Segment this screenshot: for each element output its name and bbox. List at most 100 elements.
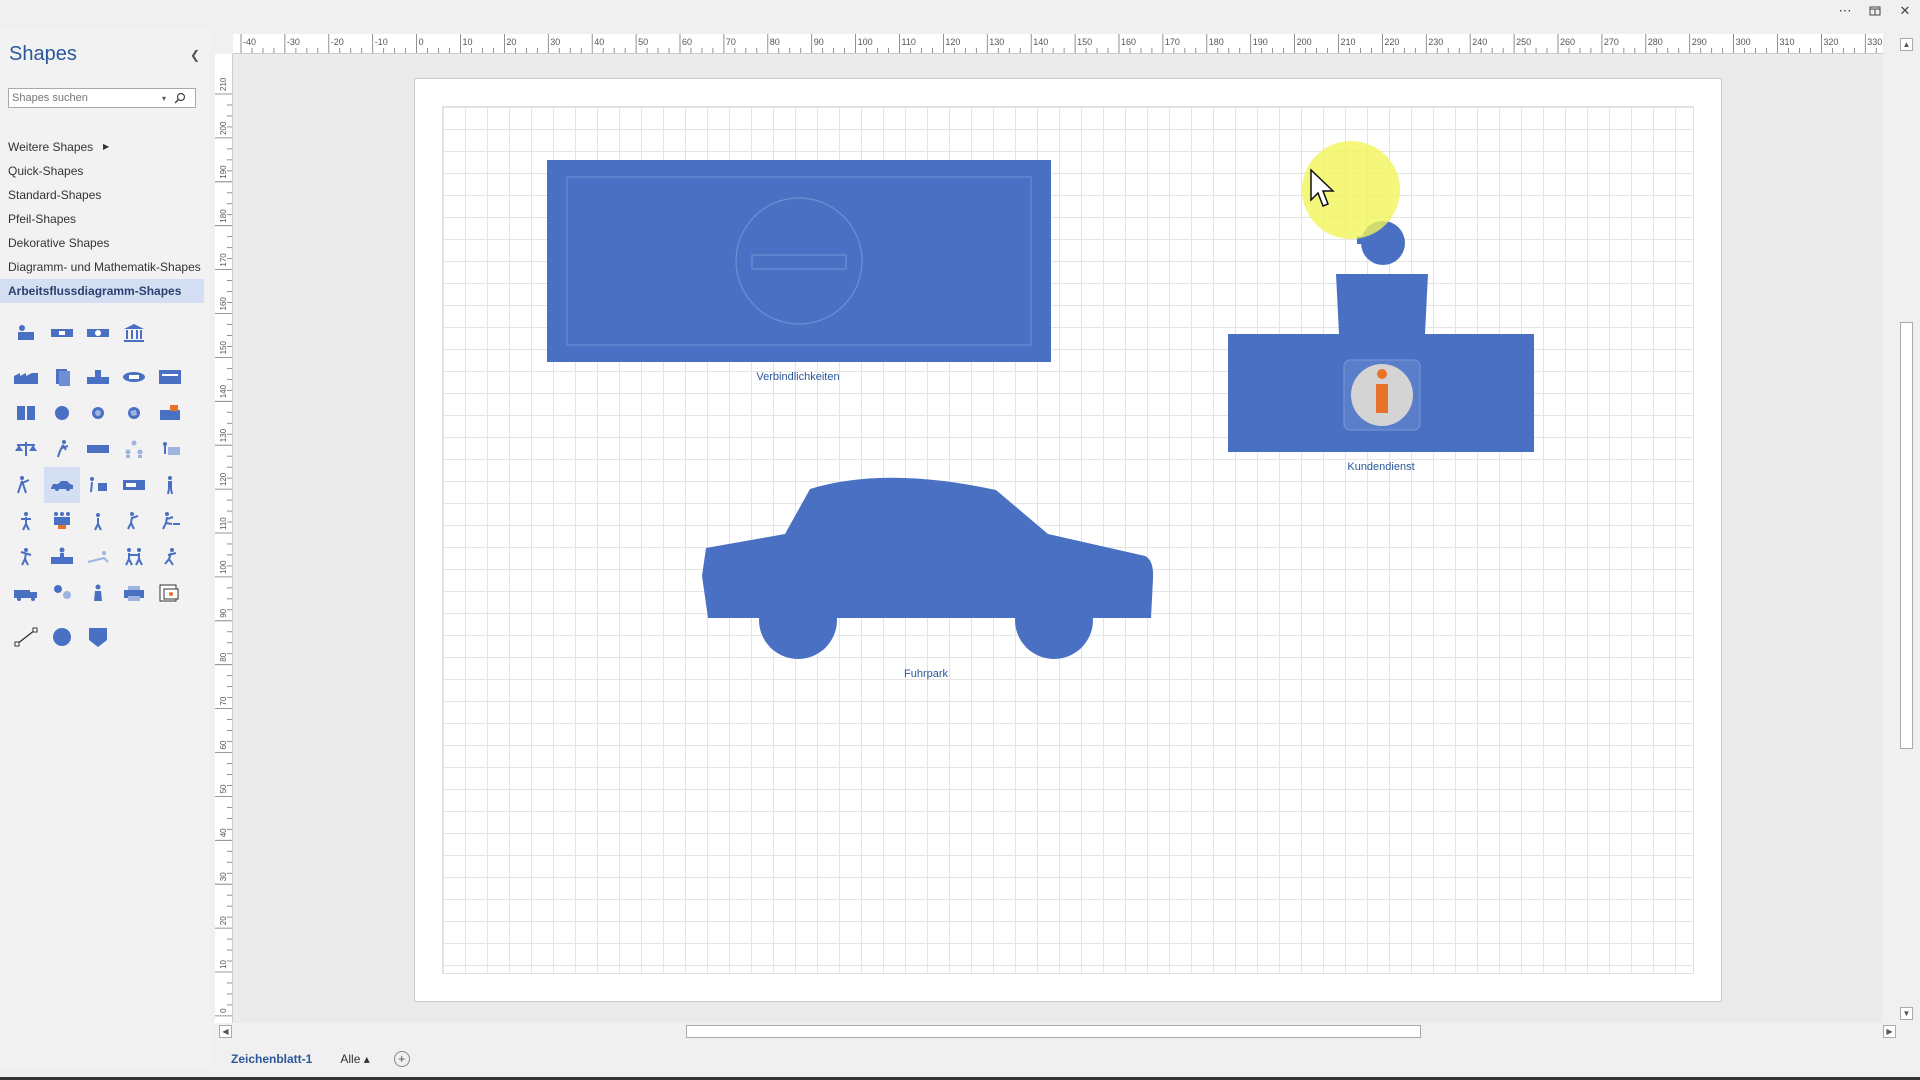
shape-two-people-icon[interactable] [116, 539, 152, 575]
vertical-scrollbar[interactable]: ▲ ▼ [1898, 38, 1915, 1022]
stencil-quick-shapes[interactable]: Quick-Shapes [0, 159, 206, 183]
stencil-arbeitsflussdiagramm-shapes[interactable]: Arbeitsflussdiagramm-Shapes [0, 279, 204, 303]
scroll-up-icon[interactable]: ▲ [1900, 38, 1913, 51]
tab-all-pages[interactable]: Alle ▴ [328, 1052, 381, 1066]
shape-receiving-icon[interactable] [152, 431, 188, 467]
shape-connector-icon[interactable] [8, 619, 44, 655]
ruler-h-label: 50 [638, 37, 648, 47]
shape-ecommerce-icon[interactable] [116, 359, 152, 395]
shape-seated-person-icon[interactable] [152, 503, 188, 539]
shape-stretching-person-icon[interactable] [8, 539, 44, 575]
ruler-h-label: 70 [726, 37, 736, 47]
label-fuhrpark: Fuhrpark [903, 668, 949, 680]
shape-inventory-icon[interactable] [152, 395, 188, 431]
shape-runner-icon[interactable] [152, 539, 188, 575]
ruler-h-label: 170 [1165, 37, 1180, 47]
shape-off-page-icon[interactable] [80, 619, 116, 655]
ruler-h-label: 330 [1867, 37, 1882, 47]
ruler-h-label: -30 [287, 37, 300, 47]
shape-customer-service-icon[interactable] [152, 575, 188, 611]
shape-printer-icon[interactable] [116, 575, 152, 611]
horizontal-ruler: -40 -30 -20 -10 0 10 20 30 40 50 60 70 80 90 100 110 120… [233, 34, 1883, 54]
stencil-weitere-shapes[interactable]: Weitere Shapes ▶ [0, 135, 206, 159]
stencil-dekorative-shapes[interactable]: Dekorative Shapes [0, 231, 206, 255]
ruler-h-label: 270 [1604, 37, 1619, 47]
shape-truck-icon[interactable] [8, 575, 44, 611]
shape-kundendienst[interactable] [1226, 218, 1538, 454]
shape-distribution-icon[interactable] [80, 359, 116, 395]
label-kundendienst: Kundendienst [1347, 461, 1415, 473]
shape-accounts-icon[interactable] [44, 315, 80, 351]
shape-start-end-circle-icon[interactable] [44, 619, 80, 655]
scroll-down-icon[interactable]: ▼ [1900, 1007, 1913, 1020]
horizontal-scrollbar[interactable]: ◀ ▶ [217, 1023, 1900, 1040]
submenu-arrow-icon: ▶ [103, 142, 110, 151]
shape-person-standing-icon[interactable] [152, 467, 188, 503]
restore-icon[interactable] [1860, 0, 1890, 22]
shape-bank-icon[interactable] [116, 315, 152, 351]
shape-circle-icon[interactable] [44, 395, 80, 431]
ruler-v-label: 130 [219, 428, 228, 442]
shapes-title: Shapes [9, 43, 77, 65]
shape-reclining-person-icon[interactable] [80, 539, 116, 575]
shapes-search-box[interactable]: ▾ [8, 88, 196, 108]
ruler-v-label: 100 [219, 560, 228, 574]
add-page-icon[interactable]: + [393, 1051, 410, 1067]
shape-money-icon[interactable] [80, 315, 116, 351]
shapes-search-input[interactable] [9, 92, 157, 104]
ruler-v-label: 200 [219, 121, 228, 135]
ruler-h-label: 160 [1121, 37, 1136, 47]
shape-loading-icon[interactable] [80, 431, 116, 467]
shape-documents-icon[interactable] [44, 359, 80, 395]
horizontal-scroll-thumb[interactable] [686, 1025, 1421, 1038]
tab-zeichenblatt-1[interactable]: Zeichenblatt-1 [215, 1052, 328, 1066]
shape-organization-icon[interactable] [116, 431, 152, 467]
shape-workflow-person-desk-icon[interactable] [8, 315, 44, 351]
stencil-label: Quick-Shapes [8, 164, 84, 178]
shape-fuhrpark[interactable] [700, 474, 1156, 662]
scroll-left-icon[interactable]: ◀ [219, 1025, 232, 1038]
shape-researcher-icon[interactable] [8, 467, 44, 503]
shape-desk-worker-icon[interactable] [44, 539, 80, 575]
shape-lightning-person-icon[interactable] [44, 431, 80, 467]
shape-consumer-icon[interactable] [44, 575, 80, 611]
vertical-ruler: 210 200 190 180 170 160 150 140 130 120 110 100 90 80… [215, 54, 233, 1024]
shape-presenter-icon[interactable] [116, 503, 152, 539]
ruler-h-label: 300 [1736, 37, 1751, 47]
stencil-label: Dekorative Shapes [8, 236, 110, 250]
search-icon[interactable] [171, 89, 189, 107]
stencil-standard-shapes[interactable]: Standard-Shapes [0, 183, 206, 207]
scroll-right-icon[interactable]: ▶ [1883, 1025, 1896, 1038]
ruler-h-label: 0 [419, 37, 424, 47]
shape-verbindlichkeiten[interactable] [546, 159, 1054, 364]
shape-world-icon[interactable] [116, 395, 152, 431]
ruler-v-label: 90 [219, 608, 228, 617]
more-icon[interactable]: ⋯ [1830, 0, 1860, 22]
ruler-h-label: 150 [1077, 37, 1092, 47]
stencil-diagramm-mathematik-shapes[interactable]: Diagramm- und Mathematik-Shapes [0, 255, 206, 279]
shape-car-icon[interactable] [44, 467, 80, 503]
ruler-v-label: 140 [219, 384, 228, 398]
ruler-v-label: 20 [219, 916, 228, 925]
shape-filing-icon[interactable] [8, 395, 44, 431]
ruler-v-label: 10 [219, 960, 228, 969]
ruler-v-label: 180 [219, 209, 228, 223]
shape-law-icon[interactable] [8, 431, 44, 467]
shape-team-icon[interactable] [44, 503, 80, 539]
search-dropdown-icon[interactable]: ▾ [157, 94, 171, 103]
collapse-pane-icon[interactable]: ❮ [190, 48, 200, 62]
shape-shipping-icon[interactable] [116, 467, 152, 503]
stencil-pfeil-shapes[interactable]: Pfeil-Shapes [0, 207, 206, 231]
shape-factory-icon[interactable] [8, 359, 44, 395]
shape-customer-icon[interactable] [80, 575, 116, 611]
shape-worker-icon[interactable] [80, 503, 116, 539]
shape-teamwork-icon[interactable] [80, 467, 116, 503]
shape-manager-icon[interactable] [8, 503, 44, 539]
close-icon[interactable]: ✕ [1890, 0, 1920, 22]
shape-globe-icon[interactable] [80, 395, 116, 431]
vertical-scroll-thumb[interactable] [1900, 322, 1913, 749]
ruler-h-label: 290 [1692, 37, 1707, 47]
ruler-h-label: 60 [682, 37, 692, 47]
shape-email-icon[interactable] [152, 359, 188, 395]
ruler-h-label: 180 [1209, 37, 1224, 47]
